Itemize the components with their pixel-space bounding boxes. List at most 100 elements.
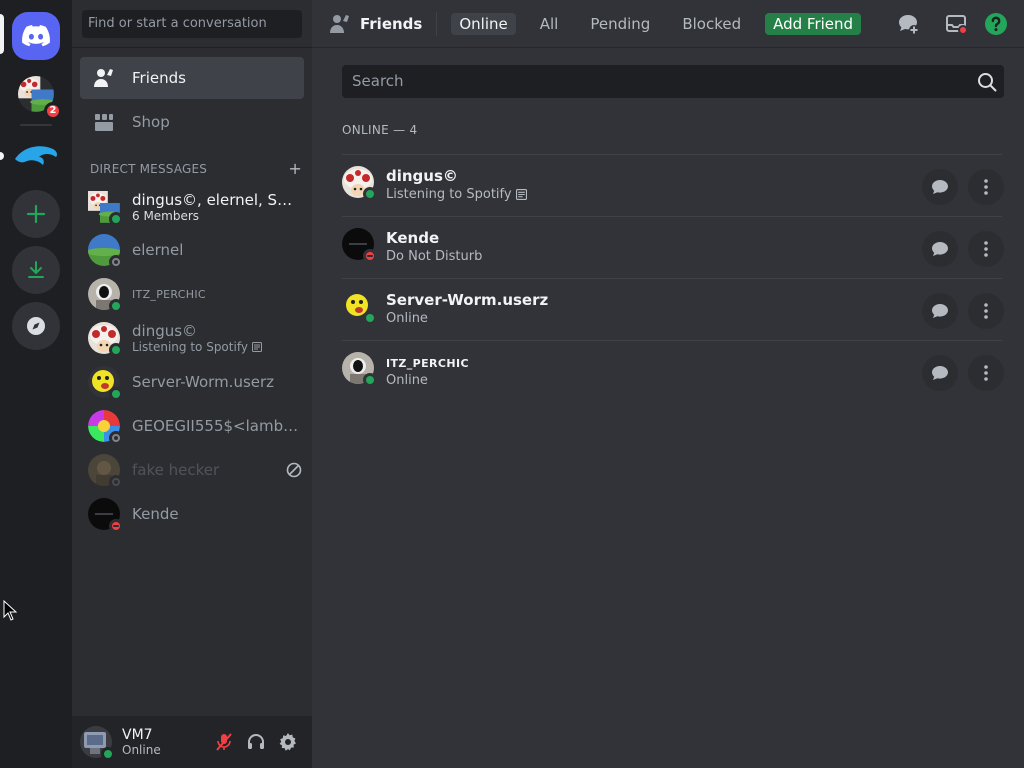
add-server-button[interactable]: [12, 190, 60, 238]
mute-button[interactable]: [214, 732, 234, 752]
dm-item-elernel[interactable]: elernel: [80, 228, 304, 272]
tab-pending[interactable]: Pending: [582, 13, 658, 35]
dm-name: elernel: [132, 241, 184, 259]
message-button[interactable]: [922, 355, 958, 391]
message-icon: [932, 180, 948, 194]
message-icon: [932, 304, 948, 318]
avatar: [88, 410, 123, 445]
help-icon[interactable]: [984, 12, 1008, 36]
find-conversation-button[interactable]: Find or start a conversation: [82, 10, 302, 38]
avatar: [88, 454, 123, 489]
friend-row-server-worm[interactable]: Server-Worm.userz Online: [342, 278, 1004, 340]
explore-button[interactable]: [12, 302, 60, 350]
more-icon: [984, 179, 988, 195]
more-button[interactable]: [968, 355, 1004, 391]
tab-online[interactable]: Online: [451, 12, 516, 35]
user-avatar[interactable]: [80, 726, 115, 761]
message-button[interactable]: [922, 293, 958, 329]
friend-activity: Listening to Spotify: [386, 187, 527, 202]
dm-sidebar: Find or start a conversation Friends Sho…: [72, 0, 312, 768]
more-button[interactable]: [968, 231, 1004, 267]
new-group-dm-icon[interactable]: [896, 12, 920, 36]
friends-icon: [92, 66, 116, 90]
friends-search-input[interactable]: Search: [342, 65, 1004, 98]
dm-item-server-worm[interactable]: Server-Worm.userz: [80, 360, 304, 404]
more-icon: [984, 241, 988, 257]
friends-toolbar: Friends Online All Pending Blocked Add F…: [312, 0, 1024, 48]
friend-name: ITZ_PERCHIC: [386, 357, 469, 370]
online-count-label: ONLINE — 4: [342, 123, 418, 137]
rail-separator: [20, 124, 52, 126]
user-info[interactable]: VM7 Online: [122, 727, 161, 757]
friend-activity-text: Listening to Spotify: [386, 187, 512, 202]
mention-badge: 2: [44, 102, 62, 120]
friend-row-dingus[interactable]: dingus© Listening to Spotify: [342, 154, 1004, 216]
home-button[interactable]: [12, 12, 60, 60]
deafen-button[interactable]: [246, 732, 266, 752]
status-offline-icon: [109, 431, 123, 445]
mouse-cursor-icon: [3, 600, 17, 621]
dm-members: 6 Members: [132, 209, 200, 223]
status-online-icon: [363, 311, 377, 325]
toolbar-divider: [436, 11, 438, 36]
avatar: [88, 278, 123, 313]
download-apps-button[interactable]: [12, 246, 60, 294]
server-icon-1[interactable]: 2: [12, 70, 62, 120]
tab-blocked[interactable]: Blocked: [674, 13, 749, 35]
block-icon: [286, 462, 302, 478]
activity-icon: [515, 189, 527, 200]
sidebar-divider: [72, 47, 312, 48]
status-online-icon: [109, 387, 123, 401]
create-dm-plus-icon[interactable]: +: [288, 159, 302, 178]
add-friend-button[interactable]: Add Friend: [765, 12, 862, 35]
add-server-icon: [26, 204, 46, 224]
message-icon: [932, 366, 948, 380]
dm-item-geoegii[interactable]: GEOEGII555$<lambd...: [80, 404, 304, 448]
friend-name: Server-Worm.userz: [386, 291, 549, 309]
discord-app: 2 Find or start a conversation Friends S…: [0, 0, 1024, 768]
download-icon: [28, 261, 44, 278]
nav-friends[interactable]: Friends: [80, 57, 304, 99]
friend-row-itz-perchic[interactable]: ITZ_PERCHIC Online: [342, 340, 1004, 402]
nav-friends-label: Friends: [132, 69, 186, 87]
friend-name: Kende: [386, 229, 440, 247]
more-button[interactable]: [968, 169, 1004, 205]
friends-title: Friends: [328, 12, 422, 36]
dm-item-kende[interactable]: Kende: [80, 492, 304, 536]
friend-name: dingus©: [386, 167, 458, 185]
more-icon: [984, 365, 988, 381]
dm-name: ITZ_PERCHIC: [132, 287, 206, 301]
status-online-icon: [363, 373, 377, 387]
mute-mic-icon: [216, 733, 232, 751]
user-settings-button[interactable]: [278, 732, 298, 752]
direct-messages-header: DIRECT MESSAGES +: [90, 159, 302, 178]
dm-activity: Listening to Spotify: [132, 340, 304, 354]
avatar: [88, 498, 123, 533]
dm-item-fake-hecker[interactable]: fake hecker: [80, 448, 304, 492]
more-button[interactable]: [968, 293, 1004, 329]
avatar: [342, 290, 377, 325]
username: VM7: [122, 727, 153, 743]
message-icon: [932, 242, 948, 256]
tab-all[interactable]: All: [532, 13, 567, 35]
dm-item-dingus[interactable]: dingus© Listening to Spotify: [80, 316, 304, 360]
avatar: [342, 352, 377, 387]
status-dnd-icon: [363, 249, 377, 263]
friend-row-kende[interactable]: Kende Do Not Disturb: [342, 216, 1004, 278]
discord-logo-icon: [22, 25, 50, 47]
search-icon: [978, 73, 997, 92]
friend-status: Online: [386, 373, 428, 388]
message-button[interactable]: [922, 231, 958, 267]
friend-status: Online: [386, 311, 428, 326]
dm-item-itz-perchic[interactable]: ITZ_PERCHIC: [80, 272, 304, 316]
server-icon-dolphin[interactable]: [12, 132, 60, 180]
status-dnd-icon: [109, 519, 123, 533]
inbox-icon[interactable]: [944, 12, 968, 36]
dm-item-group[interactable]: dingus©, elernel, Serv... 6 Members: [80, 185, 304, 229]
unread-indicator: [0, 152, 4, 160]
message-button[interactable]: [922, 169, 958, 205]
avatar: [88, 234, 123, 269]
dm-name: dingus©: [132, 322, 198, 340]
compass-icon: [27, 317, 45, 335]
nav-shop[interactable]: Shop: [80, 101, 304, 143]
